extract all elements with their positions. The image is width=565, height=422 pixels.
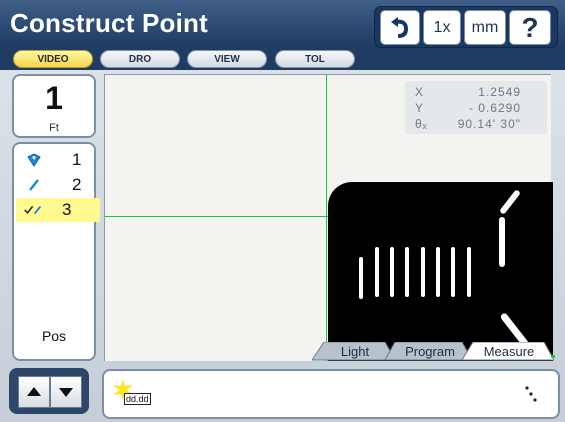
navigation-arrows: [9, 368, 89, 414]
pos-label: Pos: [41, 328, 67, 344]
help-label: ?: [521, 11, 539, 43]
probe-icon: [24, 153, 44, 167]
feature-count: 1: [45, 80, 63, 116]
dro-value-theta: 90.14' 30": [457, 117, 521, 131]
tool-label: dd.dd: [124, 393, 151, 405]
mode-tabs: VIDEO DRO VIEW TOL: [0, 48, 565, 70]
checkmark-line-icon: [24, 203, 44, 217]
units-label: mm: [471, 18, 499, 36]
tab-video-label: VIDEO: [37, 53, 69, 65]
arrow-up-icon: [27, 387, 41, 396]
tab-measure[interactable]: Measure: [472, 342, 546, 360]
dro-readout: X 1.2549 Y - 0.6290 θₓ 90.14' 30": [405, 81, 547, 134]
tab-measure-label: Measure: [483, 343, 535, 359]
tab-light-label: Light: [340, 343, 370, 359]
feature-number-2: 2: [72, 175, 82, 194]
title-bar: Construct Point 1x mm ?: [0, 0, 565, 48]
tool-indicator[interactable]: dd.dd: [112, 379, 160, 409]
dro-axis-y: Y: [415, 101, 425, 115]
units-button[interactable]: mm: [464, 10, 506, 45]
page-title: Construct Point: [10, 8, 208, 38]
tab-tol[interactable]: TOL: [275, 50, 355, 68]
arrow-down-button[interactable]: [50, 376, 82, 408]
crosshair-vertical: [326, 75, 327, 361]
zoom-label: 1x: [433, 18, 451, 36]
dro-row-y: Y - 0.6290: [405, 101, 547, 117]
feature-number-1: 1: [72, 150, 82, 169]
dro-row-theta: θₓ 90.14' 30": [405, 117, 547, 133]
dro-value-y: - 0.6290: [468, 101, 521, 115]
undo-icon: [391, 16, 409, 38]
tab-program-label: Program: [405, 343, 455, 359]
undo-button[interactable]: [380, 10, 420, 45]
feature-count-panel[interactable]: 1 Ft: [12, 74, 96, 138]
feature-row-3[interactable]: 3: [16, 198, 100, 222]
feature-row-1[interactable]: 1: [16, 148, 100, 172]
tab-tol-label: TOL: [305, 53, 325, 65]
tab-view[interactable]: VIEW: [187, 50, 267, 68]
arrow-up-button[interactable]: [18, 376, 50, 408]
tab-light[interactable]: Light: [322, 342, 388, 360]
dro-value-x: 1.2549: [478, 85, 521, 99]
feature-row-2[interactable]: 2: [16, 173, 100, 197]
tab-program[interactable]: Program: [394, 342, 466, 360]
tool-bar: dd.dd: [102, 369, 560, 419]
tab-dro[interactable]: DRO: [100, 50, 180, 68]
arrow-down-icon: [59, 388, 73, 397]
dro-row-x: X 1.2549: [405, 85, 547, 101]
feature-count-unit: Ft: [49, 122, 59, 134]
tab-view-label: VIEW: [214, 53, 240, 65]
toolbar: 1x mm ?: [374, 6, 558, 48]
line-icon: [24, 178, 44, 192]
feature-list: 1 2 3 Pos: [12, 142, 100, 361]
more-dots-icon[interactable]: [524, 385, 538, 403]
tab-video[interactable]: VIDEO: [13, 50, 93, 68]
measuring-app: Construct Point 1x mm ? VIDEO DRO VIEW T…: [0, 0, 565, 422]
workpiece-image: [328, 182, 553, 361]
video-view[interactable]: X 1.2549 Y - 0.6290 θₓ 90.14' 30" Light …: [104, 74, 554, 361]
video-tabs: Light Program Measure: [312, 342, 554, 361]
zoom-button[interactable]: 1x: [423, 10, 461, 45]
dro-axis-x: X: [415, 85, 425, 99]
tab-dro-label: DRO: [128, 53, 152, 65]
green-indicator: [551, 355, 555, 358]
dro-axis-theta: θₓ: [415, 117, 428, 131]
feature-number-3: 3: [62, 200, 72, 219]
help-button[interactable]: ?: [509, 10, 551, 45]
